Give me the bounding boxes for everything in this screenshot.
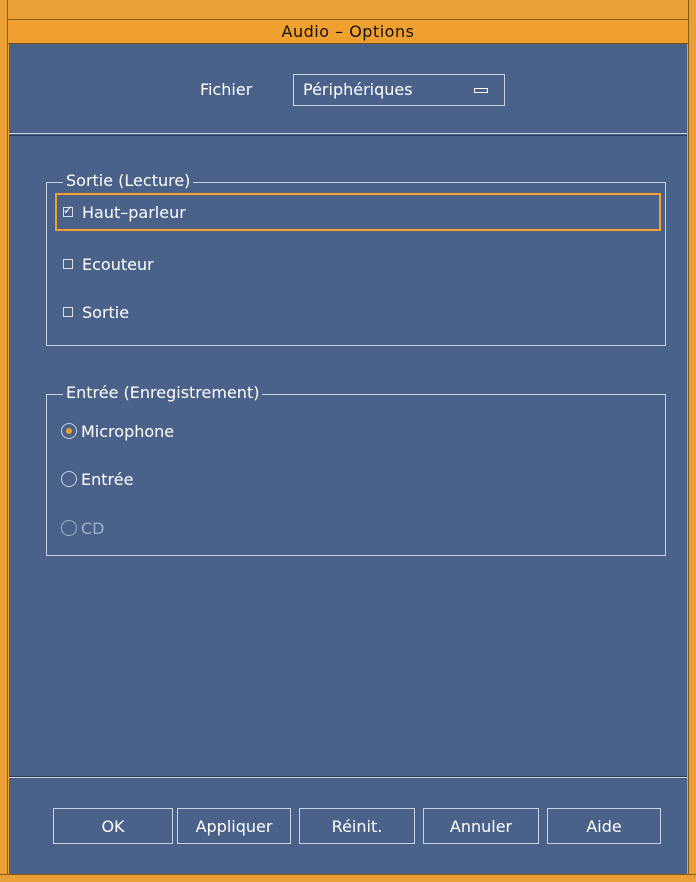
apply-button[interactable]: Appliquer [177,808,291,844]
headphone-checkbox[interactable]: Ecouteur [63,246,154,282]
line-in-label: Entrée [81,469,134,489]
button-area-separator [9,776,687,778]
reset-button-label: Réinit. [331,816,383,836]
ok-button-label: OK [101,816,125,836]
audio-options-window: Audio – Options Fichier Périphériques So… [0,0,696,882]
checkbox-unchecked-icon [63,259,73,269]
speaker-label: Haut–parleur [82,202,186,222]
category-value: Périphériques [303,80,413,99]
apply-button-label: Appliquer [195,816,273,836]
ok-button[interactable]: OK [53,808,173,844]
help-button[interactable]: Aide [547,808,661,844]
line-out-checkbox[interactable]: Sortie [63,294,129,330]
input-group: Entrée (Enregistrement) Microphone Entré… [46,383,666,556]
headphone-label: Ecouteur [82,254,154,274]
microphone-label: Microphone [81,421,175,441]
category-option-menu[interactable]: Périphériques [293,74,505,106]
cancel-button[interactable]: Annuler [423,808,539,844]
output-group: Sortie (Lecture) Haut–parleur Ecouteur S… [46,171,666,346]
window-top-border[interactable] [0,0,696,20]
radio-unselected-icon [61,520,77,536]
line-in-radio[interactable]: Entrée [61,461,133,497]
window-left-border[interactable] [0,0,8,882]
window-right-border[interactable] [688,0,696,882]
line-out-label: Sortie [82,302,130,322]
output-group-legend: Sortie (Lecture) [63,171,194,190]
speaker-checkbox[interactable]: Haut–parleur [63,194,186,230]
reset-button[interactable]: Réinit. [299,808,415,844]
fichier-label: Fichier [200,80,253,99]
input-group-legend: Entrée (Enregistrement) [63,383,263,402]
cd-label: CD [81,518,105,538]
title-bar[interactable]: Audio – Options [8,20,688,44]
dialog-client-area: Fichier Périphériques Sortie (Lecture) H… [9,44,687,874]
category-bar: Fichier Périphériques [9,44,687,136]
help-button-label: Aide [586,816,622,836]
window-bottom-border[interactable] [0,874,696,882]
checkbox-checked-icon [63,203,73,217]
checkbox-unchecked-icon [63,307,73,317]
option-menu-indicator-icon [474,88,488,93]
radio-selected-icon [61,423,77,439]
cancel-button-label: Annuler [449,816,513,836]
cd-radio[interactable]: CD [61,510,105,546]
radio-unselected-icon [61,471,77,487]
window-title: Audio – Options [281,22,415,41]
microphone-radio[interactable]: Microphone [61,413,174,449]
